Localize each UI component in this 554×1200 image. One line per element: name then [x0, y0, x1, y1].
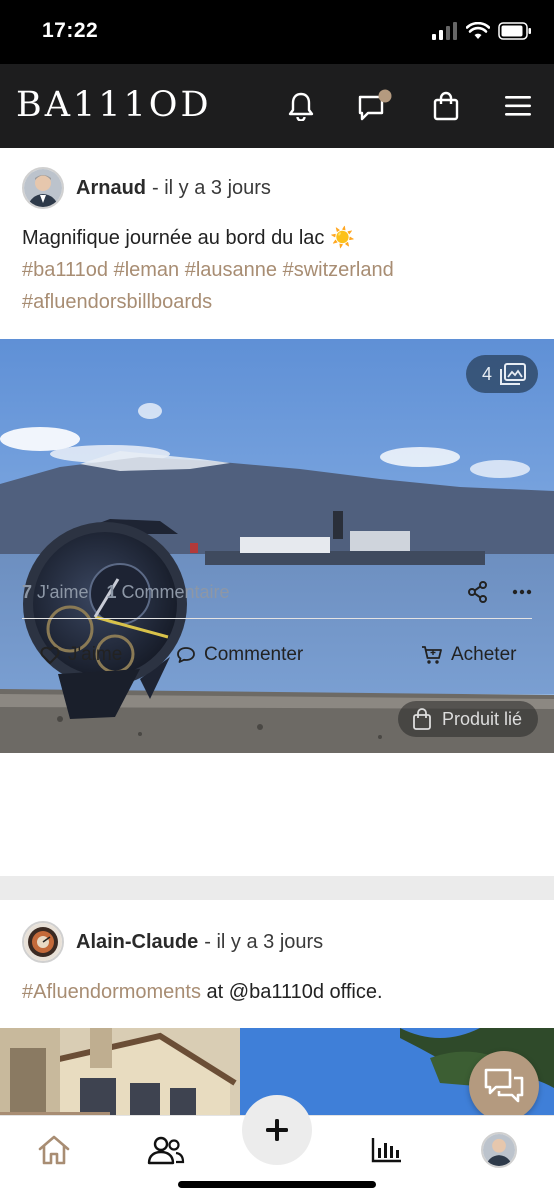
profile-avatar — [481, 1132, 517, 1168]
post-card: Arnaud - il y a 3 jours Magnifique journ… — [0, 148, 554, 876]
post-hashtags-line-2[interactable]: #afluendorsbillboards — [22, 286, 542, 318]
post-author[interactable]: Alain-Claude — [76, 931, 198, 954]
buy-button[interactable]: Acheter — [421, 644, 516, 666]
nav-home[interactable] — [34, 1130, 74, 1170]
share-icon[interactable] — [468, 581, 488, 603]
shopping-bag-icon — [413, 708, 431, 730]
likes-count: 7 — [22, 582, 33, 602]
heart-icon — [40, 646, 60, 664]
comment-icon — [177, 647, 195, 663]
post-text: Magnifique journée au bord du lac ☀️ #ba… — [22, 222, 542, 318]
chat-fab-button[interactable] — [469, 1051, 539, 1121]
buy-label: Acheter — [451, 644, 517, 665]
post-secondary-actions — [468, 581, 532, 603]
bell-icon — [288, 92, 314, 121]
conversation-icon — [484, 1068, 524, 1103]
post-time: - il y a 3 jours — [204, 930, 324, 953]
post-hashtags-line-1[interactable]: #ba111od #leman #lausanne #switzerland — [22, 254, 542, 286]
notifications-button[interactable] — [281, 86, 321, 126]
like-button[interactable]: J'aime — [40, 644, 122, 666]
comment-button[interactable]: Commenter — [176, 644, 303, 666]
post-caption: Magnifique journée au bord du lac ☀️ — [22, 227, 355, 249]
likes-label: J'aime — [37, 582, 89, 602]
nav-stats[interactable] — [367, 1130, 407, 1170]
comments-label: Commentaire — [121, 582, 230, 602]
post-hashtag[interactable]: #Afluendormoments — [22, 981, 201, 1003]
battery-icon — [498, 22, 531, 40]
messages-button[interactable] — [354, 86, 394, 126]
nav-community[interactable] — [146, 1130, 186, 1170]
app-header: BA111OD — [0, 64, 554, 148]
more-options-icon[interactable] — [512, 589, 532, 595]
home-indicator — [178, 1181, 376, 1188]
wifi-icon — [466, 22, 490, 39]
status-bar: 17:22 — [0, 0, 554, 64]
linked-product-button[interactable]: Produit lié — [397, 701, 538, 737]
signal-icon — [432, 22, 457, 40]
post-time: - il y a 3 jours — [152, 176, 271, 199]
post-photo[interactable]: 4 Produit lié — [0, 339, 554, 753]
comment-label: Commenter — [204, 644, 304, 665]
home-icon — [38, 1135, 70, 1165]
post-header: Arnaud - il y a 3 jours — [22, 167, 271, 209]
photo-count-badge[interactable]: 4 — [465, 355, 538, 393]
post-caption: at @ba1110d office. — [200, 981, 383, 1003]
linked-product-label: Produit lié — [441, 708, 522, 729]
status-icons — [432, 22, 532, 40]
create-post-button[interactable] — [242, 1095, 312, 1165]
chat-icon — [358, 89, 392, 121]
menu-button[interactable] — [498, 86, 538, 126]
photo-count: 4 — [481, 363, 492, 384]
author-avatar[interactable] — [22, 167, 64, 209]
post-author[interactable]: Arnaud — [76, 177, 146, 200]
author-avatar[interactable] — [22, 921, 64, 963]
like-label: J'aime — [68, 644, 123, 665]
menu-icon — [505, 96, 531, 116]
likes-stat[interactable]: 7 J'aime — [22, 582, 88, 603]
comments-stat[interactable]: 1 Commentaire — [106, 582, 229, 603]
gallery-icon — [500, 363, 526, 385]
app-logo[interactable]: BA111OD — [16, 85, 212, 125]
comments-count: 1 — [106, 582, 117, 602]
cart-button[interactable] — [426, 86, 466, 126]
plus-icon — [266, 1119, 288, 1141]
post-header: Alain-Claude - il y a 3 jours — [22, 921, 323, 963]
lake-watch-photo — [0, 339, 554, 753]
bar-chart-icon — [371, 1138, 401, 1163]
post-stats: 7 J'aime 1 Commentaire — [22, 582, 230, 603]
post-text: #Afluendormoments at @ba1110d office. — [22, 976, 542, 1008]
nav-profile[interactable] — [479, 1130, 519, 1170]
divider — [22, 618, 532, 619]
cart-icon — [422, 646, 442, 664]
shopping-bag-icon — [433, 91, 459, 121]
status-time: 17:22 — [42, 19, 99, 42]
users-icon — [147, 1136, 185, 1165]
